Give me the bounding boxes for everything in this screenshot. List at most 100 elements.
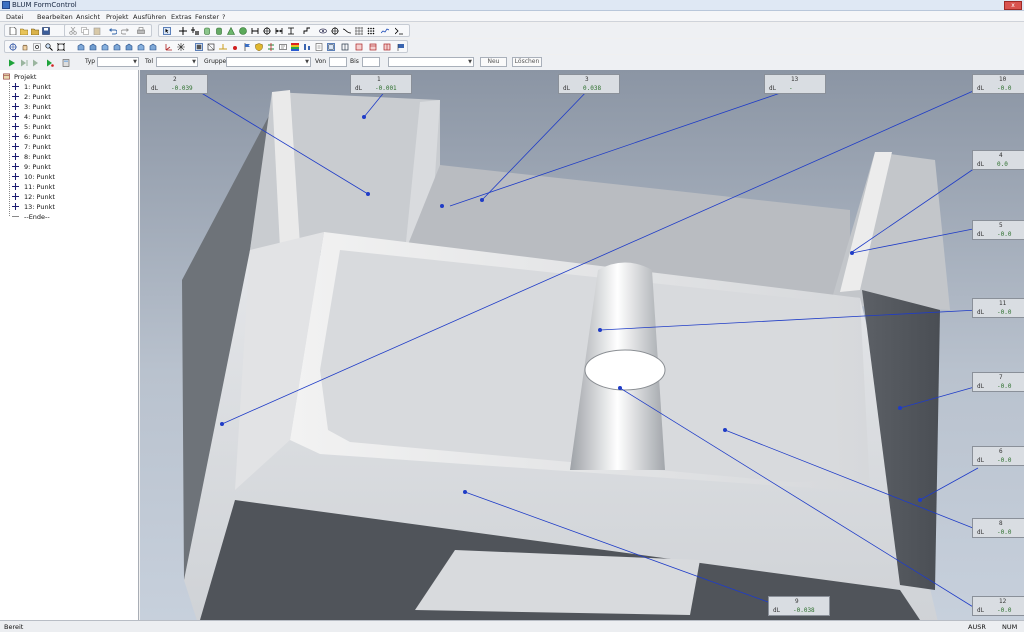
run-from-icon[interactable] [46,59,54,67]
new-file-icon[interactable] [9,27,17,35]
close-button[interactable]: x [1004,1,1022,10]
graph-icon[interactable] [381,27,389,35]
menu-run[interactable]: Ausführen [133,13,166,21]
callout-box[interactable]: 7 dL -0.0 [972,372,1024,392]
section-icon[interactable] [219,43,227,51]
view-iso-icon[interactable] [149,43,157,51]
project-tree: Projekt 1: Punkt 2: Punkt 3: Punkt 4: Pu… [0,70,139,620]
menu-extras[interactable]: Extras [171,13,192,21]
window-split-icon[interactable] [341,43,349,51]
view-front-icon[interactable] [77,43,85,51]
window-red2-icon[interactable] [369,43,377,51]
callout-box[interactable]: 3 dL 0.038 [558,74,620,94]
tolerance-icon[interactable] [267,43,275,51]
copy-icon[interactable] [81,27,89,35]
callout-box[interactable]: 5 dL -0.0 [972,220,1024,240]
zoom-all-icon[interactable] [9,43,17,51]
axis-icon[interactable] [165,43,173,51]
cylinder-icon[interactable] [203,27,211,35]
3d-viewport[interactable]: 2 dL -0.039 1 dL -0.001 3 dL 0.038 13 dL - 10 dL -0.0 4… [140,70,1024,620]
save-icon[interactable] [42,27,50,35]
callout-value: -0.0 [997,85,1012,92]
callout-box[interactable]: 10 dL -0.0 [972,74,1024,94]
zoom-icon[interactable] [45,43,53,51]
shield-icon[interactable] [255,43,263,51]
sphere-icon[interactable] [239,27,247,35]
alignment-icon[interactable] [303,43,311,51]
report-icon[interactable] [315,43,323,51]
marker-red-icon[interactable] [231,43,239,51]
selection-select[interactable]: ▼ [388,57,474,67]
view-eye-icon[interactable] [319,27,327,35]
pan-hand-icon[interactable] [21,43,29,51]
point-on-surface-icon[interactable] [191,27,199,35]
run-selected-icon[interactable] [32,59,40,67]
fit-icon[interactable] [57,43,65,51]
callout-box[interactable]: 9 dL -0.038 [768,596,830,616]
cone-icon[interactable] [227,27,235,35]
redo-icon[interactable] [121,27,129,35]
zoom-window-icon[interactable] [33,43,41,51]
gruppe-select[interactable]: ▼ [226,57,311,67]
flag-icon[interactable] [243,43,251,51]
menu-view[interactable]: Ansicht [76,13,100,21]
measure-point [362,115,366,119]
menu-edit[interactable]: Bearbeiten [37,13,73,21]
calculator-icon[interactable] [62,59,70,67]
color-scale-icon[interactable] [291,43,299,51]
height-icon[interactable] [287,27,295,35]
scan-icon[interactable] [395,27,403,35]
menu-window[interactable]: Fenster [195,13,219,21]
callout-box[interactable]: 11 dL -0.0 [972,298,1024,318]
window-red3-icon[interactable] [383,43,391,51]
view-top-icon[interactable] [125,43,133,51]
grid-icon[interactable] [355,27,363,35]
menu-project[interactable]: Projekt [106,13,128,21]
typ-select[interactable]: ▼ [97,57,139,67]
step-icon[interactable] [303,27,311,35]
distance-icon[interactable] [251,27,259,35]
wireframe-mode-icon[interactable] [207,43,215,51]
curve-icon[interactable] [343,27,351,35]
run-step-icon[interactable] [20,59,28,67]
undo-icon[interactable] [109,27,117,35]
von-input[interactable] [329,57,347,67]
menu-file[interactable]: Datei [6,13,23,21]
cut-icon[interactable] [69,27,77,35]
circle-center-icon[interactable] [263,27,271,35]
callout-box[interactable]: 4 dL 0.0 [972,150,1024,170]
callout-box[interactable]: 12 dL -0.0 [972,596,1024,616]
label-icon[interactable] [279,43,287,51]
callout-box[interactable]: 8 dL -0.0 [972,518,1024,538]
window-layout-icon[interactable] [327,43,335,51]
callout-box[interactable]: 13 dL - [764,74,826,94]
callout-box[interactable]: 1 dL -0.001 [350,74,412,94]
crosshair-icon[interactable] [331,27,339,35]
window-red-icon[interactable] [355,43,363,51]
view-right-icon[interactable] [113,43,121,51]
tol-select[interactable]: ▼ [156,57,198,67]
view-bottom-icon[interactable] [137,43,145,51]
run-icon[interactable] [8,59,16,67]
callout-box[interactable]: 2 dL -0.039 [146,74,208,94]
callout-box[interactable]: 6 dL -0.0 [972,446,1024,466]
cylinder2-icon[interactable] [215,27,223,35]
view-left-icon[interactable] [101,43,109,51]
light-icon[interactable] [177,43,185,51]
view-back-icon[interactable] [89,43,97,51]
print-icon[interactable] [137,27,145,35]
width-icon[interactable] [275,27,283,35]
dots-grid-icon[interactable] [367,27,375,35]
open-folder-icon[interactable] [20,27,28,35]
select-arrow-icon[interactable] [163,27,171,35]
bis-input[interactable] [362,57,380,67]
callout-id: 11 [999,300,1007,307]
shaded-mode-icon[interactable] [195,43,203,51]
point-icon[interactable] [179,27,187,35]
neu-button[interactable]: Neu [480,57,507,67]
menu-help[interactable]: ? [222,13,225,21]
open-project-icon[interactable] [31,27,39,35]
loeschen-button[interactable]: Löschen [512,57,542,67]
flag-blue-icon[interactable] [397,43,405,51]
paste-icon[interactable] [93,27,101,35]
